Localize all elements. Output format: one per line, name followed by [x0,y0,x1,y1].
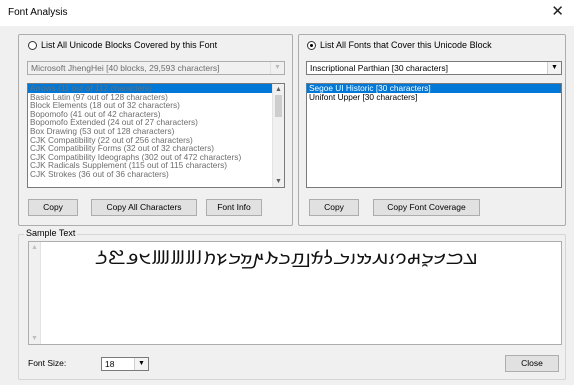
copy-button[interactable]: Copy [28,199,78,216]
chevron-down-icon[interactable]: ▼ [134,358,148,370]
title-bar: Font Analysis ✕ [0,0,574,26]
copy-font-coverage-button[interactable]: Copy Font Coverage [373,199,480,216]
block-list-scrollbar[interactable]: ▲ ▼ [272,84,284,187]
font-info-button[interactable]: Font Info [206,199,262,216]
list-blocks-radio[interactable]: List All Unicode Blocks Covered by this … [28,40,217,50]
radio-unchecked-icon[interactable] [28,40,37,50]
close-icon[interactable]: ✕ [551,4,564,20]
sample-scrollbar: ▲ ▼ [29,242,41,344]
font-size-value: 18 [105,359,115,369]
unicode-block-select-value: Inscriptional Parthian [30 characters] [310,63,448,73]
radio-checked-icon[interactable] [307,40,316,50]
font-list[interactable]: Segoe UI Historic [30 characters] Unifont… [306,83,562,188]
sample-text-box[interactable]: 𐭀𐭁𐭂𐭃𐭄𐭅𐭆𐭇𐭈𐭉𐭊𐭋𐭌𐭍𐭎𐭏𐭐𐭑𐭒𐭓𐭔𐭕𐭘𐭙𐭚𐭛𐭜𐭝𐭞𐭟 ▲ ▼ [28,241,562,345]
chevron-down-icon[interactable]: ▼ [547,62,561,74]
font-list-item[interactable]: Unifont Upper [30 characters] [307,92,561,102]
scroll-up-icon: ▲ [31,244,38,251]
unicode-block-list: Arrows (11 out of 112 characters) Basic L… [27,83,285,188]
font-select-value: Microsoft JhengHei [40 blocks, 29,593 ch… [31,63,220,73]
block-list-item: CJK Strokes (36 out of 36 characters) [30,168,169,179]
font-size-label: Font Size: [28,358,67,368]
list-fonts-radio[interactable]: List All Fonts that Cover this Unicode B… [307,40,492,50]
sample-text: 𐭀𐭁𐭂𐭃𐭄𐭅𐭆𐭇𐭈𐭉𐭊𐭋𐭌𐭍𐭎𐭏𐭐𐭑𐭒𐭓𐭔𐭕𐭘𐭙𐭚𐭛𐭜𐭝𐭞𐭟 [95,247,479,269]
unicode-block-select[interactable]: Inscriptional Parthian [30 characters] ▼ [306,61,562,75]
scroll-down-icon[interactable]: ▼ [273,176,284,187]
list-fonts-radio-label: List All Fonts that Cover this Unicode B… [320,40,492,50]
copy-fonts-button[interactable]: Copy [309,199,359,216]
scroll-up-icon[interactable]: ▲ [273,84,284,95]
sample-text-legend: Sample Text [24,228,78,238]
close-button[interactable]: Close [505,355,559,372]
scroll-down-icon: ▼ [31,335,38,342]
window-title: Font Analysis [8,7,68,18]
chevron-down-icon: ▼ [270,62,284,74]
font-size-select[interactable]: 18 ▼ [101,357,149,371]
copy-all-characters-button[interactable]: Copy All Characters [91,199,197,216]
scroll-thumb[interactable] [275,95,282,117]
list-blocks-radio-label: List All Unicode Blocks Covered by this … [41,40,218,50]
font-select: Microsoft JhengHei [40 blocks, 29,593 ch… [27,61,285,75]
